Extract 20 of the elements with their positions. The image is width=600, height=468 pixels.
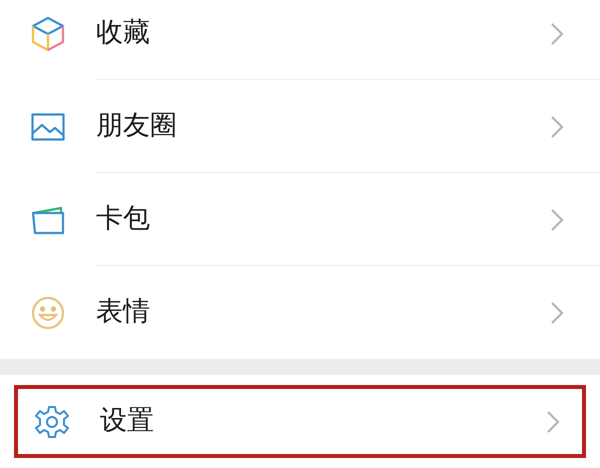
chevron-right-icon	[550, 208, 564, 232]
chevron-right-icon	[550, 300, 564, 324]
menu-label: 设置	[100, 404, 155, 438]
settings-icon	[35, 404, 69, 438]
menu-label: 收藏	[96, 16, 151, 50]
cube-icon	[31, 16, 65, 52]
smiley-icon	[31, 296, 65, 330]
menu-item[interactable]: 卡包	[0, 173, 600, 266]
menu-label: 朋友圈	[96, 109, 178, 144]
menu-label: 卡包	[96, 202, 151, 236]
chevron-right-icon	[546, 410, 560, 434]
card-icon	[31, 204, 65, 234]
landscape-icon	[31, 112, 65, 140]
chevron-right-icon	[550, 114, 564, 138]
chevron-right-icon	[550, 22, 564, 46]
menu-item[interactable]: 收藏	[0, 0, 600, 80]
menu-label: 表情	[96, 295, 151, 330]
menu-item[interactable]: 设置	[14, 385, 586, 458]
menu-item[interactable]: 表情	[0, 266, 600, 359]
menu-item[interactable]: 朋友圈	[0, 80, 600, 173]
